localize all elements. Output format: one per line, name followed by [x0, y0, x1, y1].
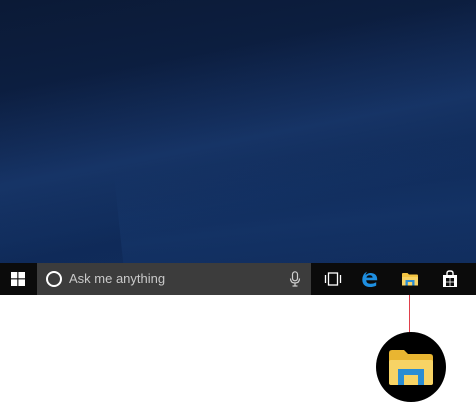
folder-icon — [402, 273, 418, 286]
task-view-button[interactable] — [315, 263, 351, 295]
desktop-wallpaper — [0, 0, 476, 263]
callout-line — [409, 295, 410, 333]
edge-e-icon — [362, 271, 378, 287]
cortana-icon[interactable] — [46, 271, 62, 287]
store-bag-icon — [443, 270, 457, 287]
search-box[interactable]: Ask me anything — [37, 263, 311, 295]
search-placeholder[interactable]: Ask me anything — [69, 263, 165, 295]
file-explorer-button[interactable] — [392, 263, 428, 295]
taskbar: Ask me anything — [0, 263, 476, 295]
callout-zoom-circle — [376, 332, 446, 402]
edge-button[interactable] — [352, 263, 388, 295]
microphone-icon[interactable] — [289, 271, 301, 287]
store-button[interactable] — [432, 263, 468, 295]
start-button[interactable] — [0, 263, 36, 295]
file-explorer-folder-icon — [389, 350, 433, 385]
windows-logo-icon — [11, 272, 25, 286]
task-view-icon — [324, 272, 342, 286]
